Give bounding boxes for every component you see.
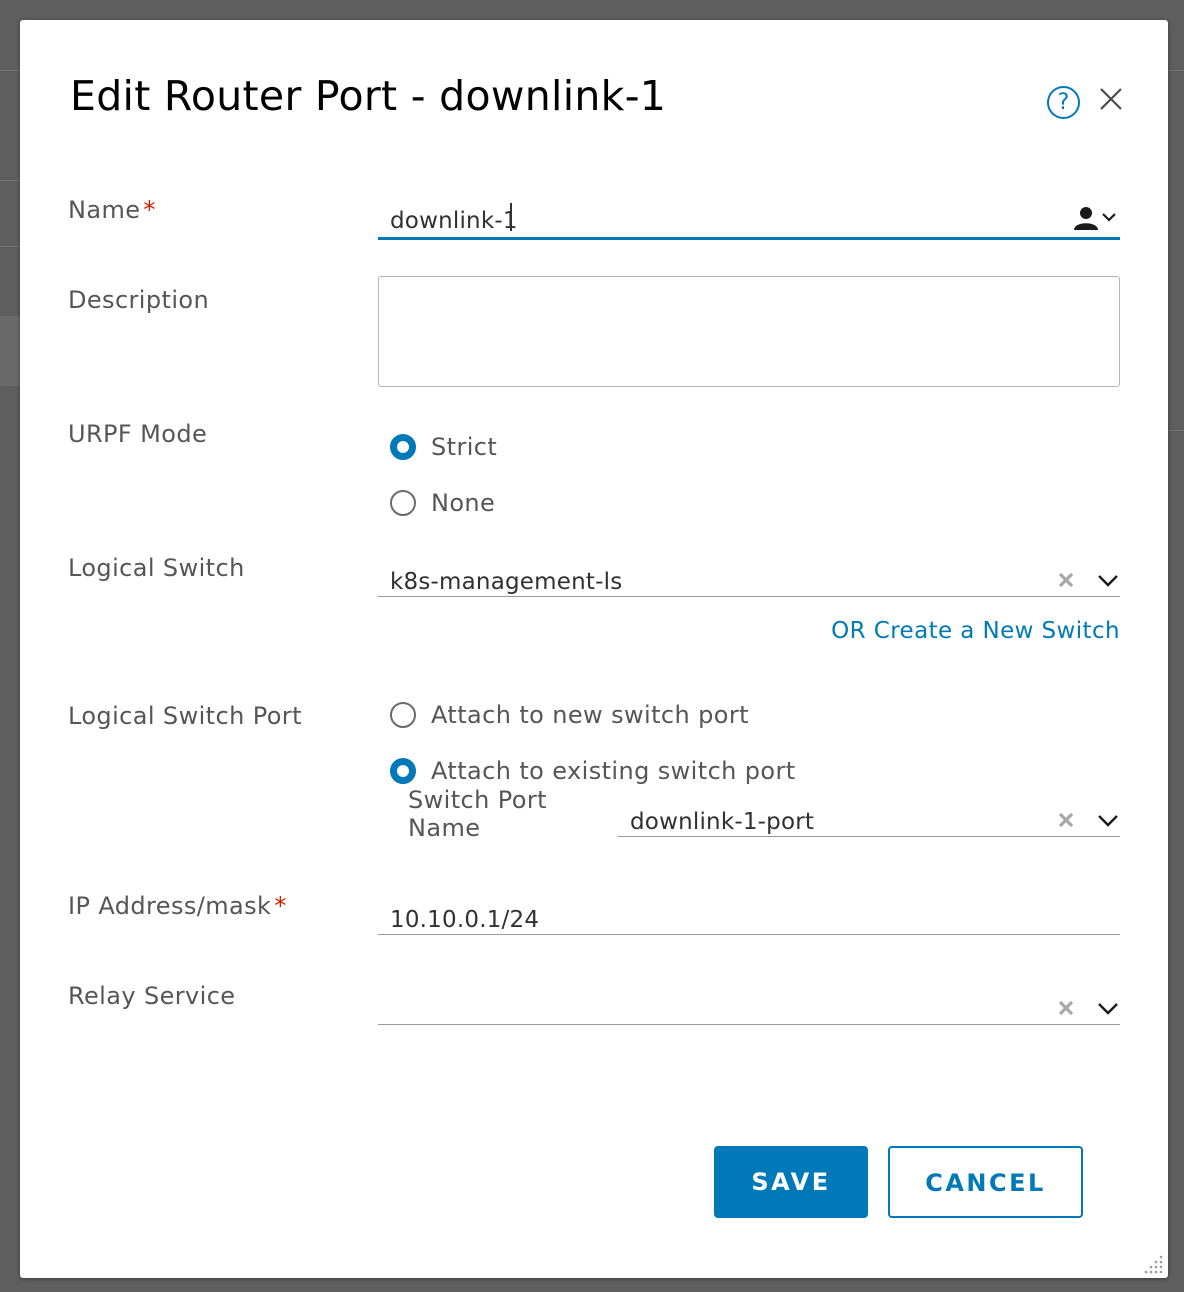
- name-label: Name *: [68, 196, 156, 224]
- chevron-down-icon[interactable]: [1096, 571, 1120, 591]
- radio-label: None: [431, 489, 496, 517]
- switch-port-name-value: downlink-1-port: [630, 809, 815, 835]
- clear-icon[interactable]: [1056, 570, 1076, 590]
- close-icon[interactable]: [1096, 84, 1126, 114]
- relay-service-select[interactable]: [378, 983, 1120, 1025]
- background-divider: [1168, 430, 1184, 431]
- chevron-down-icon[interactable]: [1096, 999, 1120, 1019]
- relay-service-label: Relay Service: [68, 982, 236, 1010]
- resize-grip-icon[interactable]: [1144, 1254, 1164, 1274]
- ip-address-label-text: IP Address/mask: [68, 892, 272, 920]
- name-value: downlink-1: [390, 208, 518, 234]
- select-controls: [1056, 997, 1120, 1021]
- logical-switch-value: k8s-management-ls: [390, 569, 623, 595]
- user-icon: [1074, 207, 1116, 230]
- user-dropdown[interactable]: [1072, 204, 1120, 234]
- logical-switch-select[interactable]: k8s-management-ls: [378, 555, 1120, 597]
- background-divider: [0, 246, 20, 247]
- clear-icon[interactable]: [1056, 810, 1076, 830]
- name-label-text: Name: [68, 196, 141, 224]
- description-label: Description: [68, 286, 210, 314]
- background-divider: [0, 180, 20, 181]
- radio-label: Attach to existing switch port: [431, 757, 796, 785]
- save-button[interactable]: SAVE: [714, 1146, 868, 1218]
- radio-unchecked-icon: [390, 490, 416, 516]
- dialog-title: Edit Router Port - downlink-1: [70, 72, 667, 120]
- logical-switch-label: Logical Switch: [68, 554, 245, 582]
- chevron-down-icon[interactable]: [1096, 811, 1120, 831]
- logical-switch-port-label: Logical Switch Port: [68, 702, 302, 730]
- urpf-mode-label: URPF Mode: [68, 420, 208, 448]
- create-new-switch-link[interactable]: OR Create a New Switch: [831, 618, 1120, 644]
- cancel-button[interactable]: CANCEL: [888, 1146, 1083, 1218]
- question-circle-icon[interactable]: ?: [1047, 86, 1080, 119]
- edit-router-port-dialog: Edit Router Port - downlink-1 ? Name * do…: [20, 20, 1168, 1278]
- switch-port-name-label: Switch Port Name: [408, 786, 547, 842]
- select-controls: [1056, 569, 1120, 593]
- radio-unchecked-icon: [390, 702, 416, 728]
- ip-address-input[interactable]: 10.10.0.1/24: [378, 893, 1120, 935]
- background-row: [0, 316, 20, 386]
- name-field[interactable]: downlink-1: [378, 198, 1120, 240]
- help-glyph: ?: [1057, 90, 1070, 115]
- required-mark: *: [274, 892, 287, 920]
- ip-address-label: IP Address/mask *: [68, 892, 287, 920]
- switch-port-name-select[interactable]: downlink-1-port: [618, 795, 1120, 837]
- background-divider: [1168, 70, 1184, 71]
- text-caret: [510, 203, 512, 231]
- radio-checked-icon: [390, 434, 416, 460]
- ip-address-value: 10.10.0.1/24: [390, 907, 540, 933]
- select-controls: [1056, 809, 1120, 833]
- required-mark: *: [143, 196, 156, 224]
- radio-label: Attach to new switch port: [431, 701, 749, 729]
- clear-icon[interactable]: [1056, 998, 1076, 1018]
- background-divider: [0, 70, 20, 71]
- radio-checked-icon: [390, 758, 416, 784]
- radio-label: Strict: [431, 433, 498, 461]
- description-textarea[interactable]: [378, 276, 1120, 387]
